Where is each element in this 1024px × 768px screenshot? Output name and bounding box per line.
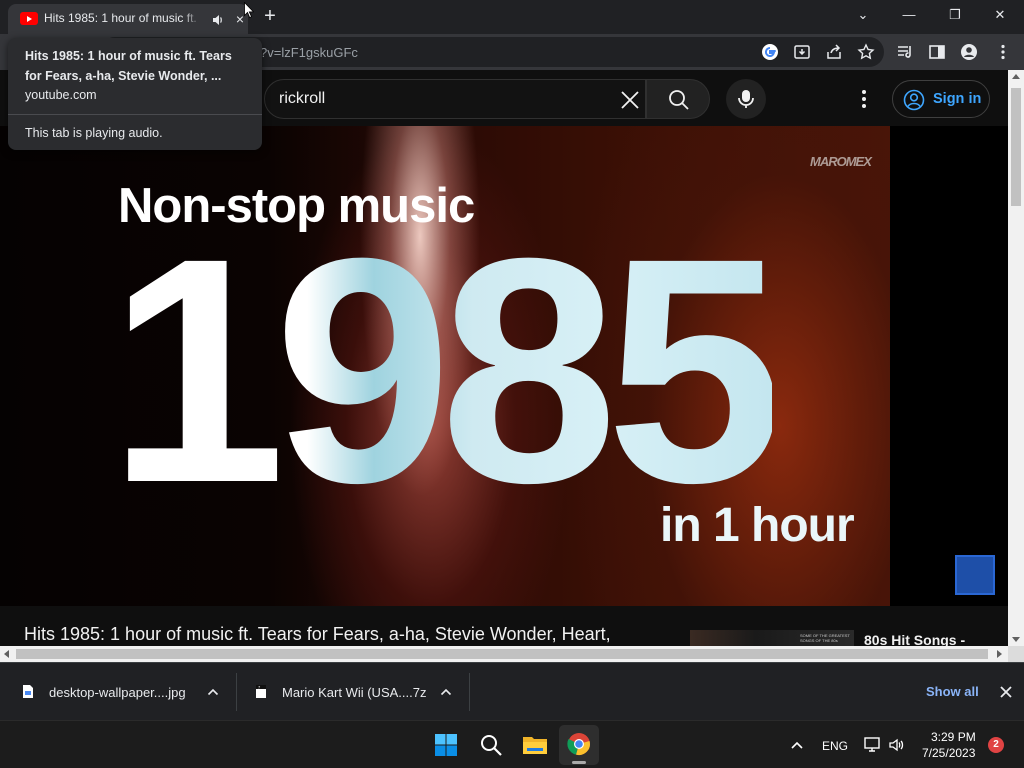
clock-time[interactable]: 3:29 PM xyxy=(931,730,976,744)
window-close-button[interactable]: ✕ xyxy=(988,5,1012,25)
video-text-year: 1985 xyxy=(108,191,784,549)
notification-badge[interactable]: 2 xyxy=(988,737,1004,753)
search-input[interactable]: rickroll xyxy=(264,79,646,119)
channel-watermark: MAROMEX xyxy=(810,154,872,169)
restore-button[interactable]: ❐ xyxy=(943,5,967,25)
share-icon[interactable] xyxy=(825,43,843,61)
speaker-audio-icon[interactable] xyxy=(211,13,225,27)
video-corner-logo xyxy=(955,555,995,595)
horizontal-scrollbar[interactable] xyxy=(0,646,1008,662)
account-circle-icon xyxy=(903,89,925,111)
chrome-taskbar-button[interactable] xyxy=(559,725,599,765)
download-item[interactable]: desktop-wallpaper....jpg xyxy=(0,663,236,721)
youtube-favicon-icon xyxy=(20,12,38,25)
minimize-button[interactable]: — xyxy=(897,5,921,25)
file-explorer-icon xyxy=(523,737,547,754)
video-player[interactable]: MAROMEX Non-stop music 1985 in 1 hour xyxy=(0,126,1008,606)
bookmark-star-icon[interactable] xyxy=(857,43,875,61)
close-downloads-icon[interactable] xyxy=(998,684,1014,700)
archive-file-icon: 7 xyxy=(256,685,266,698)
vertical-scroll-thumb[interactable] xyxy=(1011,88,1021,206)
scroll-up-icon[interactable] xyxy=(1012,74,1020,79)
chrome-menu-icon[interactable] xyxy=(994,43,1012,61)
side-panel-icon[interactable] xyxy=(928,43,946,61)
search-icon xyxy=(481,735,502,756)
download-filename: Mario Kart Wii (USA....7z xyxy=(282,685,427,700)
download-shelf: desktop-wallpaper....jpg 7 Mario Kart Wi… xyxy=(0,662,1024,720)
vertical-scrollbar[interactable] xyxy=(1008,70,1024,646)
video-title: Hits 1985: 1 hour of music ft. Tears for… xyxy=(24,624,611,644)
scrollbar-corner xyxy=(1008,646,1024,662)
address-bar-url: ?v=lzF1gskuGFc xyxy=(260,45,358,60)
search-icon xyxy=(669,90,689,110)
clear-search-icon[interactable] xyxy=(618,88,642,112)
chrome-icon xyxy=(567,733,590,755)
start-icon xyxy=(435,734,457,756)
install-app-icon[interactable] xyxy=(793,43,811,61)
tab-hover-card: Hits 1985: 1 hour of music ft. Tears for… xyxy=(8,38,262,150)
hover-card-title: Hits 1985: 1 hour of music ft. Tears for… xyxy=(25,49,232,83)
recommendation-title[interactable]: 80s Hit Songs - xyxy=(864,632,965,646)
hover-card-divider xyxy=(8,114,262,115)
voice-search-button[interactable] xyxy=(726,79,766,119)
start-button[interactable] xyxy=(426,725,466,765)
active-app-indicator xyxy=(572,761,586,764)
settings-kebab-icon[interactable] xyxy=(856,87,872,111)
recommendation-thumb-text: SOME OF THE GREATEST SONGS OF THE 80s xyxy=(800,633,850,643)
horizontal-scroll-thumb[interactable] xyxy=(16,649,988,659)
browser-tab-youtube[interactable]: Hits 1985: 1 hour of music ft. × xyxy=(8,4,248,34)
download-filename: desktop-wallpaper....jpg xyxy=(49,685,186,700)
file-explorer-button[interactable] xyxy=(515,725,555,765)
media-controls-icon[interactable] xyxy=(896,43,914,61)
scroll-down-icon[interactable] xyxy=(1012,637,1020,642)
sign-in-button[interactable]: Sign in xyxy=(892,80,990,118)
show-hidden-icons-icon[interactable] xyxy=(790,740,804,750)
microphone-icon xyxy=(738,90,754,108)
recommendation-thumbnail[interactable]: SOME OF THE GREATEST SONGS OF THE 80s xyxy=(690,630,854,646)
youtube-page: rickroll Sign in MAROMEX 1985 in 1 hour … xyxy=(0,70,1008,646)
tab-search-dropdown-icon[interactable]: ⌄ xyxy=(851,5,875,25)
chevron-up-icon[interactable] xyxy=(207,687,219,697)
profile-icon[interactable] xyxy=(960,43,978,61)
windows-taskbar: ENG 3:29 PM 7/25/2023 2 xyxy=(0,720,1024,768)
image-file-icon xyxy=(23,685,33,698)
scroll-left-icon[interactable] xyxy=(4,650,9,658)
show-all-downloads-link[interactable]: Show all xyxy=(926,684,979,699)
video-letterbox xyxy=(890,126,1008,606)
chevron-up-icon[interactable] xyxy=(440,687,452,697)
clock-date[interactable]: 7/25/2023 xyxy=(922,746,975,760)
video-text-line3: in 1 hour xyxy=(660,499,855,552)
search-query-text: rickroll xyxy=(279,90,326,107)
search-button[interactable] xyxy=(646,79,710,119)
download-divider xyxy=(469,673,470,711)
tab-title: Hits 1985: 1 hour of music ft. xyxy=(44,11,202,25)
mouse-pointer-icon xyxy=(244,2,254,18)
google-lens-icon[interactable] xyxy=(761,43,779,61)
scroll-right-icon[interactable] xyxy=(997,650,1002,658)
tab-strip: Hits 1985: 1 hour of music ft. × + ⌄ — ❐… xyxy=(0,0,1024,34)
input-language[interactable]: ENG xyxy=(822,739,848,753)
sign-in-label: Sign in xyxy=(933,91,982,107)
volume-icon[interactable] xyxy=(888,737,904,753)
download-item[interactable]: 7 Mario Kart Wii (USA....7z xyxy=(233,663,469,721)
network-icon[interactable] xyxy=(864,737,882,753)
new-tab-button[interactable]: + xyxy=(260,6,280,27)
below-player: Hits 1985: 1 hour of music ft. Tears for… xyxy=(0,606,1008,646)
hover-card-domain: youtube.com xyxy=(25,88,97,102)
taskbar-search-button[interactable] xyxy=(471,725,511,765)
hover-card-audio-status: This tab is playing audio. xyxy=(25,126,163,140)
